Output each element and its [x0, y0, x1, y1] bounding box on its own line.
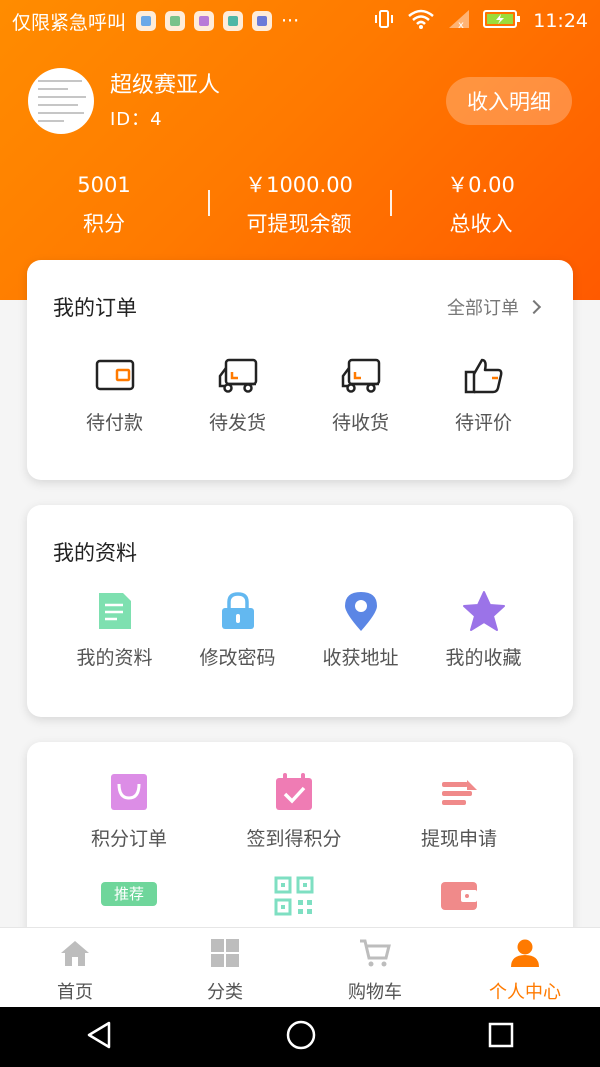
tab-home-label: 首页: [57, 982, 93, 1003]
orders-title: 我的订单: [53, 296, 137, 320]
all-orders-link[interactable]: 全部订单: [447, 294, 542, 320]
withdraw-request-item[interactable]: 提现申请: [374, 770, 544, 851]
wallet-card-icon: [437, 874, 481, 918]
chat-notification-icon: [223, 11, 244, 31]
tab-personal-center[interactable]: 个人中心: [450, 928, 600, 1007]
svg-text:x: x: [458, 20, 464, 29]
user-id: ID：4: [110, 109, 163, 130]
grid-icon: [209, 938, 241, 972]
system-navigation-bar: [0, 1007, 600, 1067]
recommend-badge: 推荐: [101, 882, 157, 906]
truck-icon: [339, 354, 383, 398]
stat-points-label: 积分: [83, 212, 125, 236]
my-profile-label: 我的资料: [76, 647, 153, 669]
document-icon: [93, 589, 137, 633]
clock-time: 11:24: [533, 10, 588, 32]
location-pin-icon: [339, 589, 383, 633]
income-detail-button[interactable]: 收入明细: [446, 77, 572, 125]
stat-withdrawable-value: ￥1000.00: [245, 173, 353, 197]
checkin-points-item[interactable]: 签到得积分: [214, 770, 374, 851]
stats-row: 5001 积分 ￥1000.00 可提现余额 ￥0.00 总收入: [0, 168, 600, 238]
cart-icon: [359, 938, 391, 972]
more-dots: ···: [281, 10, 300, 32]
shopping-bag-icon: [107, 770, 151, 814]
tab-category-label: 分类: [207, 982, 243, 1003]
qr-code-item[interactable]: [214, 874, 374, 918]
android-notification-icon: [165, 11, 186, 31]
back-icon[interactable]: [85, 1020, 115, 1054]
chevron-right-icon: [526, 299, 542, 315]
orders-card: 我的订单 全部订单 待付款 待发货 待收货 待评价: [27, 260, 573, 480]
wifi-icon: [407, 9, 435, 34]
battery-icon: [483, 9, 521, 34]
qr-code-icon: [272, 874, 316, 918]
tab-cart[interactable]: 购物车: [300, 928, 450, 1007]
tab-cart-label: 购物车: [348, 982, 402, 1003]
user-profile: 超级赛亚人 ID：4: [28, 68, 220, 134]
tab-category[interactable]: 分类: [150, 928, 300, 1007]
heart-notification-icon: [252, 11, 273, 31]
calendar-check-icon: [272, 770, 316, 814]
order-pending-shipment-label: 待发货: [208, 412, 266, 434]
vibrate-icon: [373, 9, 395, 34]
image-notification-icon: [194, 11, 215, 31]
stat-withdrawable-label: 可提现余额: [246, 212, 352, 236]
stat-total-income[interactable]: ￥0.00 总收入: [390, 168, 572, 238]
tab-home[interactable]: 首页: [0, 928, 150, 1007]
star-icon: [462, 589, 506, 633]
change-password-label: 修改密码: [199, 647, 276, 669]
shipping-address-label: 收获地址: [322, 647, 399, 669]
change-password-item[interactable]: 修改密码: [176, 589, 299, 670]
order-pending-receipt[interactable]: 待收货: [299, 354, 422, 435]
signal-icon: x: [447, 9, 471, 34]
recent-apps-icon[interactable]: [487, 1021, 515, 1053]
stat-total-income-label: 总收入: [449, 212, 513, 236]
my-favorites-item[interactable]: 我的收藏: [422, 589, 545, 670]
stat-points[interactable]: 5001 积分: [0, 168, 208, 238]
home-icon: [59, 938, 91, 972]
carrier-text: 仅限紧急呼叫: [12, 11, 127, 34]
profile-info-card: 我的资料 我的资料 修改密码 收获地址 我的收藏: [27, 505, 573, 717]
checkin-points-label: 签到得积分: [246, 828, 342, 850]
points-orders-item[interactable]: 积分订单: [44, 770, 214, 851]
stat-points-value: 5001: [77, 173, 131, 197]
app-notification-icon: [136, 11, 157, 31]
avatar[interactable]: [28, 68, 94, 134]
lock-icon: [216, 589, 260, 633]
tab-personal-center-label: 个人中心: [489, 982, 561, 1003]
stat-total-income-value: ￥0.00: [447, 173, 515, 197]
recommend-item[interactable]: 推荐: [44, 874, 214, 918]
order-pending-payment-label: 待付款: [85, 412, 143, 434]
my-profile-item[interactable]: 我的资料: [53, 589, 176, 670]
status-bar: 仅限紧急呼叫 ··· x 11:24: [0, 0, 600, 42]
info-title: 我的资料: [53, 541, 137, 565]
person-icon: [509, 938, 541, 972]
my-favorites-label: 我的收藏: [445, 647, 522, 669]
withdraw-request-label: 提现申请: [420, 828, 497, 850]
order-pending-payment[interactable]: 待付款: [53, 354, 176, 435]
profile-header: [0, 0, 600, 300]
recommend-badge-icon: 推荐: [101, 874, 157, 918]
order-pending-review[interactable]: 待评价: [422, 354, 545, 435]
thumbs-up-icon: [462, 354, 506, 398]
home-circle-icon[interactable]: [285, 1019, 317, 1055]
order-pending-receipt-label: 待收货: [331, 412, 389, 434]
truck-icon: [216, 354, 260, 398]
points-orders-label: 积分订单: [90, 828, 167, 850]
user-name: 超级赛亚人: [110, 73, 221, 98]
stat-withdrawable[interactable]: ￥1000.00 可提现余额: [208, 168, 390, 238]
withdraw-icon: [437, 770, 481, 814]
all-orders-label: 全部订单: [447, 298, 519, 319]
wallet-item[interactable]: [374, 874, 544, 918]
order-pending-review-label: 待评价: [454, 412, 512, 434]
wallet-icon: [93, 354, 137, 398]
shipping-address-item[interactable]: 收获地址: [299, 589, 422, 670]
order-pending-shipment[interactable]: 待发货: [176, 354, 299, 435]
bottom-tab-bar: 首页 分类 购物车 个人中心: [0, 927, 600, 1007]
